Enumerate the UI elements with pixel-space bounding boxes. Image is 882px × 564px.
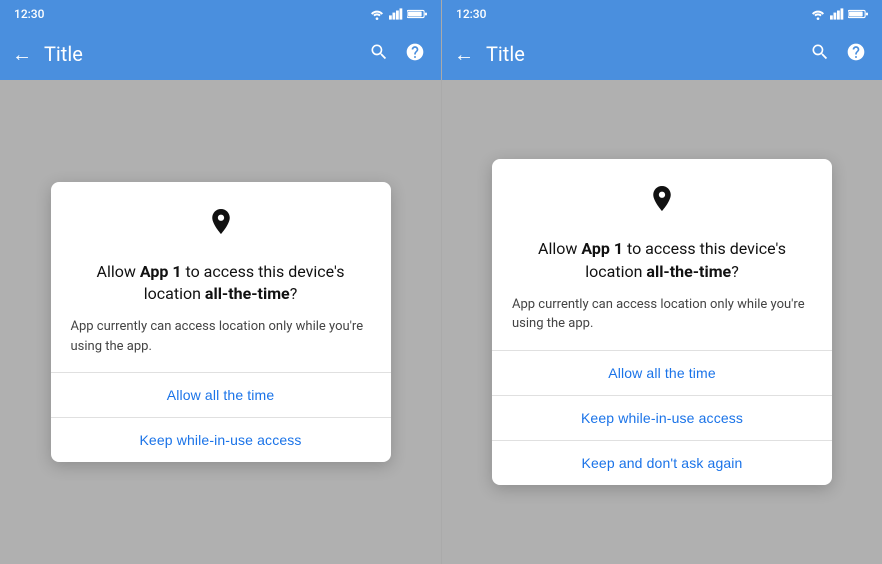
battery-icon-1 bbox=[407, 8, 427, 20]
dialog-title-1: Allow App 1 to access this device's loca… bbox=[71, 261, 371, 306]
status-bar-2: 12:30 bbox=[442, 0, 882, 28]
phone-frame-2: 12:30 ← Title bbox=[441, 0, 882, 564]
status-icons-2 bbox=[810, 8, 868, 20]
help-button-1[interactable] bbox=[401, 38, 429, 71]
signal-icon-2 bbox=[830, 8, 844, 20]
content-area-2: Allow App 1 to access this device's loca… bbox=[442, 80, 882, 564]
status-time-2: 12:30 bbox=[456, 7, 486, 21]
signal-icon-1 bbox=[389, 8, 403, 20]
wifi-icon-1 bbox=[369, 8, 385, 20]
content-area-1: Allow App 1 to access this device's loca… bbox=[0, 80, 441, 564]
allow-all-time-button-2[interactable]: Allow all the time bbox=[492, 351, 832, 395]
status-icons-1 bbox=[369, 8, 427, 20]
dialog-body-1: App currently can access location only w… bbox=[71, 317, 371, 356]
dialog-body-2: App currently can access location only w… bbox=[512, 295, 812, 334]
back-button-1[interactable]: ← bbox=[12, 42, 32, 67]
search-button-2[interactable] bbox=[806, 38, 834, 71]
dialog-card-1: Allow App 1 to access this device's loca… bbox=[51, 182, 391, 463]
toolbar-2: ← Title bbox=[442, 28, 882, 80]
phone-frame-1: 12:30 ← Title bbox=[0, 0, 441, 564]
toolbar-title-1: Title bbox=[44, 42, 357, 66]
toolbar-title-2: Title bbox=[486, 42, 798, 66]
status-bar-1: 12:30 bbox=[0, 0, 441, 28]
wifi-icon-2 bbox=[810, 8, 826, 20]
location-icon-2 bbox=[512, 183, 812, 226]
dialog-card-2: Allow App 1 to access this device's loca… bbox=[492, 159, 832, 485]
allow-all-time-button-1[interactable]: Allow all the time bbox=[51, 373, 391, 417]
toolbar-1: ← Title bbox=[0, 28, 441, 80]
help-button-2[interactable] bbox=[842, 38, 870, 71]
status-time-1: 12:30 bbox=[14, 7, 44, 21]
search-button-1[interactable] bbox=[365, 38, 393, 71]
dialog-title-2: Allow App 1 to access this device's loca… bbox=[512, 238, 812, 283]
location-icon-1 bbox=[71, 206, 371, 249]
keep-while-in-use-button-1[interactable]: Keep while-in-use access bbox=[51, 418, 391, 462]
battery-icon-2 bbox=[848, 8, 868, 20]
keep-dont-ask-button-2[interactable]: Keep and don't ask again bbox=[492, 441, 832, 485]
back-button-2[interactable]: ← bbox=[454, 42, 474, 67]
keep-while-in-use-button-2[interactable]: Keep while-in-use access bbox=[492, 396, 832, 440]
